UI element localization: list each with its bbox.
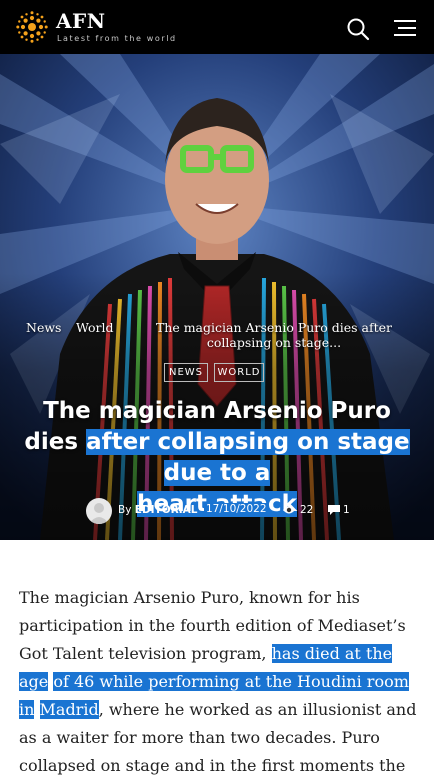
comment-count[interactable]: 1 [343, 504, 350, 516]
category-tag-news[interactable]: NEWS [164, 363, 208, 382]
category-tag-world[interactable]: WORLD [214, 363, 264, 382]
hero-section: News World The magician Arsenio Puro die… [0, 54, 434, 540]
site-header: AFN Latest from the world [0, 0, 434, 54]
by-label: By [118, 504, 132, 516]
site-logo-text[interactable]: AFN [56, 9, 106, 33]
breadcrumb-item-news[interactable]: News [26, 320, 61, 335]
headline-selected-text: after collapsing on stage due to a [86, 429, 410, 486]
breadcrumb-item-world[interactable]: World [76, 320, 114, 335]
site-tagline: Latest from the world [57, 34, 177, 43]
comment-icon[interactable] [328, 505, 340, 516]
view-count: 22 [300, 504, 314, 516]
byline: By EDITORIAL [118, 504, 197, 516]
sun-logo-icon[interactable] [16, 11, 48, 43]
search-icon[interactable] [346, 17, 370, 41]
article-meta: By EDITORIAL 17/10/2022 22 1 [84, 498, 384, 526]
breadcrumb-item-current: The magician Arsenio Puro dies after col… [155, 320, 393, 350]
publish-date: 17/10/2022 [204, 503, 269, 515]
hamburger-menu-icon[interactable] [392, 17, 418, 39]
author-link[interactable]: EDITORIAL [135, 504, 198, 516]
user-avatar-icon[interactable] [86, 498, 112, 524]
eye-icon [283, 506, 295, 514]
body-selected-text-3: Madrid [39, 700, 99, 719]
article-body: The magician Arsenio Puro, known for his… [19, 584, 419, 782]
